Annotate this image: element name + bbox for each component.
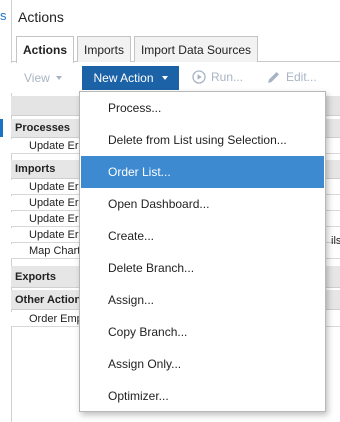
menu-item-delete-from-list[interactable]: Delete from List using Selection...	[81, 124, 324, 156]
edit-button[interactable]: Edit...	[266, 69, 317, 85]
tab-imports[interactable]: Imports	[77, 36, 131, 62]
play-icon	[192, 70, 206, 84]
menu-item-delete-branch[interactable]: Delete Branch...	[81, 252, 324, 284]
left-pane-clipped-text: s	[0, 8, 7, 23]
clipped-row-text: ils	[331, 235, 340, 247]
menu-item-create[interactable]: Create...	[81, 220, 324, 252]
menu-item-order-list[interactable]: Order List...	[81, 156, 324, 188]
menu-item-process[interactable]: Process...	[81, 92, 324, 124]
menu-item-open-dashboard[interactable]: Open Dashboard...	[81, 188, 324, 220]
view-button[interactable]: View	[24, 70, 62, 86]
new-action-button[interactable]: New Action	[82, 66, 179, 90]
edit-button-label: Edit...	[286, 70, 317, 84]
menu-item-assign-only[interactable]: Assign Only...	[81, 348, 324, 380]
new-action-label: New Action	[93, 71, 154, 85]
menu-item-assign[interactable]: Assign...	[81, 284, 324, 316]
left-pane-selection-bar	[0, 119, 3, 137]
tab-actions[interactable]: Actions	[16, 36, 74, 63]
run-button-label: Run...	[211, 70, 244, 84]
view-button-label: View	[24, 71, 50, 85]
tab-import-data-sources[interactable]: Import Data Sources	[134, 36, 258, 62]
pencil-icon	[268, 71, 279, 83]
chevron-down-icon	[161, 76, 168, 80]
menu-item-copy-branch[interactable]: Copy Branch...	[81, 316, 324, 348]
menu-item-optimizer[interactable]: Optimizer...	[81, 380, 324, 412]
left-pane-edge	[0, 0, 11, 422]
panel-title: Actions	[18, 9, 64, 25]
run-button[interactable]: Run...	[192, 69, 243, 85]
chevron-down-icon	[55, 76, 62, 80]
new-action-menu: Process... Delete from List using Select…	[79, 91, 326, 412]
